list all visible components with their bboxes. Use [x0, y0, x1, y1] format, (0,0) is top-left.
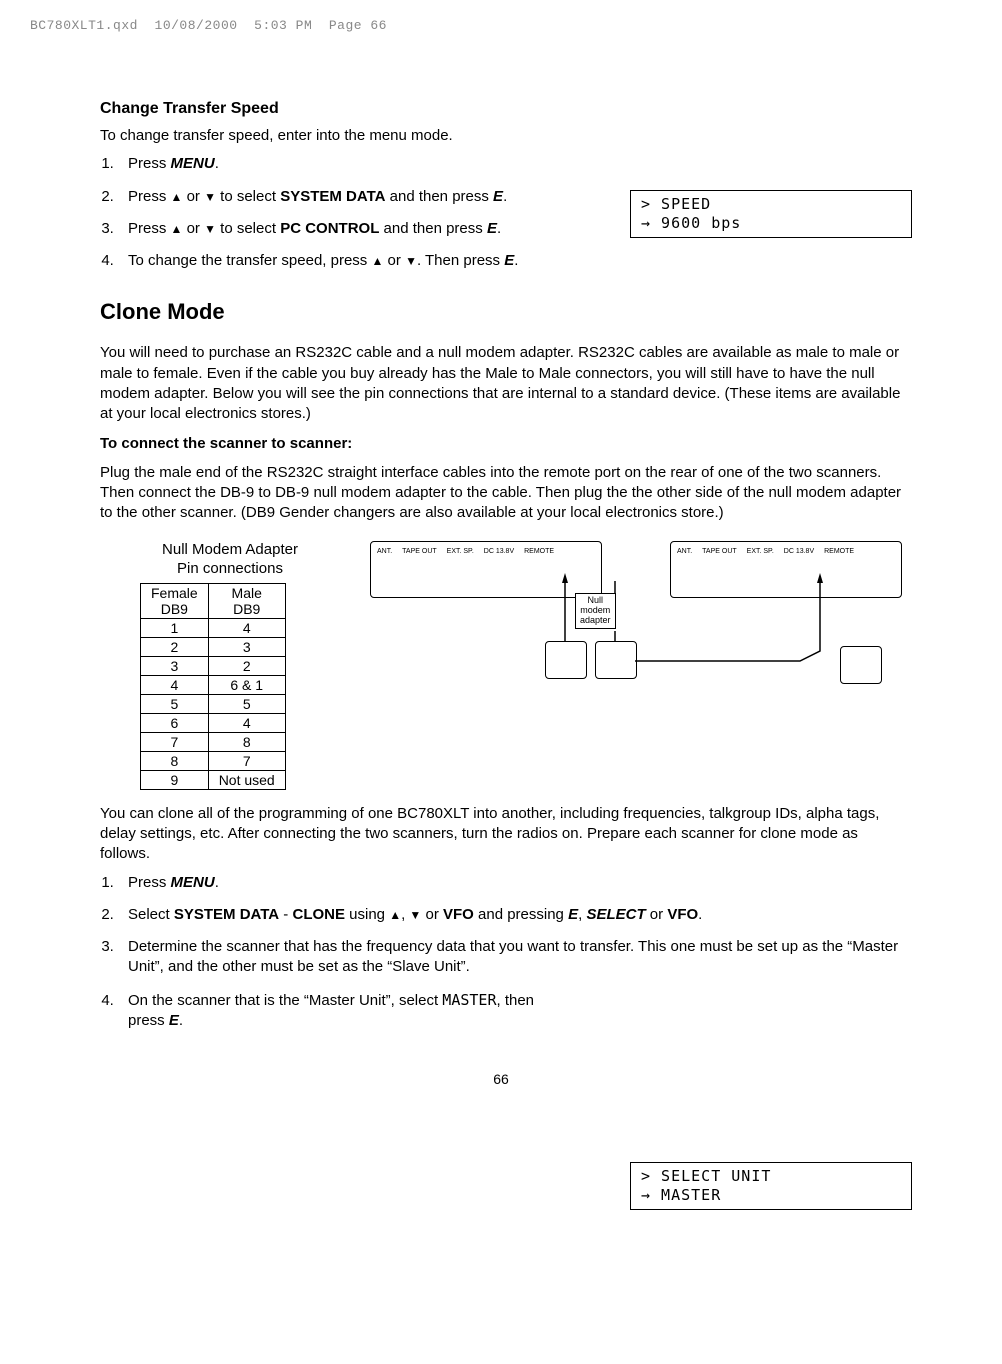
up-arrow-icon — [171, 220, 183, 237]
clone-step-2: Select SYSTEM DATA - CLONE using , or VF… — [118, 905, 902, 925]
down-arrow-icon — [204, 188, 216, 205]
up-arrow-icon — [371, 252, 383, 269]
clone-step-4: On the scanner that is the “Master Unit”… — [118, 990, 558, 1032]
lcd2-line1: > SELECT UNIT — [641, 1167, 901, 1186]
down-arrow-icon — [405, 252, 417, 269]
lcd2-line2: → MASTER — [641, 1186, 901, 1205]
scanner-rear-right: ANT. TAPE OUT EXT. SP. DC 13.8V REMOTE — [670, 541, 902, 598]
clone-mode-para3: You can clone all of the programming of … — [100, 804, 902, 865]
pin-table-caption: Null Modem Adapter Pin connections — [130, 541, 330, 579]
change-transfer-speed-title: Change Transfer Speed — [100, 100, 902, 118]
step-1: Press MENU. — [118, 154, 902, 174]
source-header: BC780XLT1.qxd 10/08/2000 5:03 PM Page 66 — [30, 18, 387, 33]
table-row: 78 — [141, 732, 286, 751]
pin-table-header-male: MaleDB9 — [208, 583, 285, 618]
up-arrow-icon — [389, 906, 401, 923]
table-row: 55 — [141, 694, 286, 713]
clone-mode-para2: Plug the male end of the RS232C straight… — [100, 463, 902, 524]
table-row: 87 — [141, 751, 286, 770]
clone-mode-steps: Press MENU. Select SYSTEM DATA - CLONE u… — [100, 873, 902, 1032]
clone-step-3: Determine the scanner that has the frequ… — [118, 937, 902, 978]
null-modem-label: Null modem adapter — [575, 593, 616, 629]
table-row: 46 & 1 — [141, 675, 286, 694]
connection-diagram: ANT. TAPE OUT EXT. SP. DC 13.8V REMOTE A… — [370, 531, 902, 761]
lcd-display-select-unit: > SELECT UNIT → MASTER — [630, 1162, 912, 1210]
connector-mid — [595, 641, 637, 679]
down-arrow-icon — [204, 220, 216, 237]
connector-right — [840, 646, 882, 684]
table-row: 9Not used — [141, 770, 286, 789]
table-row: 23 — [141, 637, 286, 656]
pin-table-header-female: FemaleDB9 — [141, 583, 209, 618]
lcd-line2: → 9600 bps — [641, 214, 901, 233]
lcd-display-speed: > SPEED → 9600 bps — [630, 190, 912, 238]
table-row: 14 — [141, 618, 286, 637]
scanner-rear-left: ANT. TAPE OUT EXT. SP. DC 13.8V REMOTE — [370, 541, 602, 598]
table-row: 64 — [141, 713, 286, 732]
clone-mode-para1: You will need to purchase an RS232C cabl… — [100, 343, 902, 424]
connector-left — [545, 641, 587, 679]
pin-table: FemaleDB9 MaleDB9 14 23 32 46 & 1 55 64 … — [140, 583, 286, 790]
change-transfer-intro: To change transfer speed, enter into the… — [100, 126, 902, 146]
table-row: 32 — [141, 656, 286, 675]
lcd-line1: > SPEED — [641, 195, 901, 214]
down-arrow-icon — [409, 906, 421, 923]
up-arrow-icon — [171, 188, 183, 205]
step-4: To change the transfer speed, press or .… — [118, 251, 902, 271]
clone-mode-title: Clone Mode — [100, 299, 902, 325]
clone-step-1: Press MENU. — [118, 873, 902, 893]
connect-scanner-subtitle: To connect the scanner to scanner: — [100, 434, 902, 454]
pin-table-block: Null Modem Adapter Pin connections Femal… — [100, 531, 330, 790]
page-number: 66 — [100, 1071, 902, 1087]
